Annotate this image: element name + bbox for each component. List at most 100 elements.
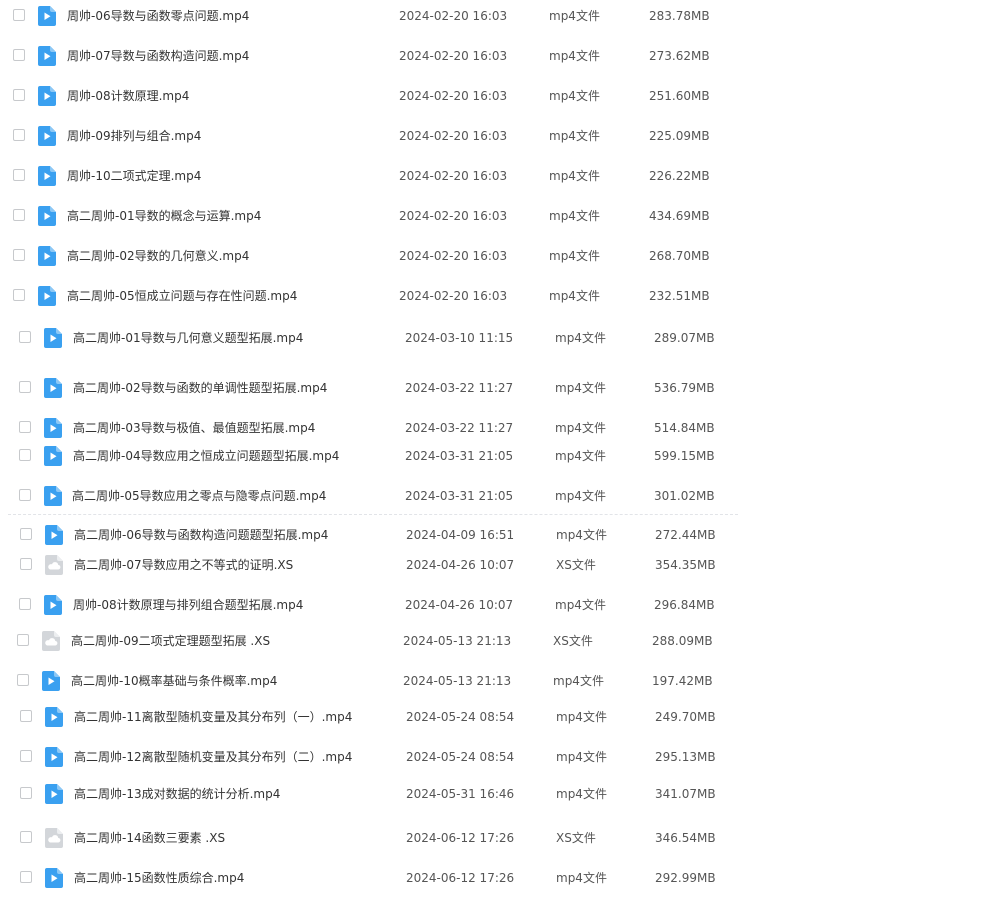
row-checkbox[interactable] [17,634,29,646]
file-row[interactable]: 高二周帅-07导数应用之不等式的证明.XS 2024-04-26 10:07 XS文… [0,553,760,577]
file-name[interactable]: 周帅-09排列与组合.mp4 [67,124,201,148]
file-type: mp4文件 [553,674,604,688]
file-type: mp4文件 [556,750,607,764]
file-date: 2024-02-20 16:03 [399,89,508,103]
row-checkbox[interactable] [19,421,31,433]
file-name[interactable]: 高二周帅-02导数的几何意义.mp4 [67,244,249,268]
file-name[interactable]: 高二周帅-01导数的概念与运算.mp4 [67,204,261,228]
file-row[interactable]: 高二周帅-15函数性质综合.mp4 2024-06-12 17:26 mp4文件 29… [0,866,760,890]
row-checkbox[interactable] [20,871,32,883]
play-file-icon [38,206,56,226]
file-type: mp4文件 [555,489,606,503]
file-name[interactable]: 高二周帅-09二项式定理题型拓展 .XS [71,629,270,653]
row-checkbox[interactable] [20,558,32,570]
file-date: 2024-04-26 10:07 [406,558,515,572]
file-date: 2024-06-12 17:26 [406,871,515,885]
file-size: 232.51MB [649,289,710,303]
row-checkbox[interactable] [17,674,29,686]
file-row[interactable]: 高二周帅-11离散型随机变量及其分布列（一）.mp4 2024-05-24 08:… [0,705,760,729]
file-date: 2024-02-20 16:03 [399,289,508,303]
file-name[interactable]: 高二周帅-14函数三要素 .XS [74,826,225,850]
file-row[interactable]: 高二周帅-02导数与函数的单调性题型拓展.mp4 2024-03-22 11:27… [0,376,760,400]
file-name[interactable]: 高二周帅-05恒成立问题与存在性问题.mp4 [67,284,297,308]
file-row[interactable]: 周帅-08计数原理与排列组合题型拓展.mp4 2024-04-26 10:07 mp… [0,593,760,617]
play-file-icon [44,328,62,348]
file-name[interactable]: 高二周帅-02导数与函数的单调性题型拓展.mp4 [73,376,327,400]
play-file-icon [45,525,63,545]
file-size: 514.84MB [654,421,715,435]
file-row[interactable]: 高二周帅-01导数与几何意义题型拓展.mp4 2024-03-10 11:15 mp… [0,326,760,350]
file-name[interactable]: 高二周帅-13成对数据的统计分析.mp4 [74,782,280,806]
row-checkbox[interactable] [19,489,31,501]
file-type: mp4文件 [549,9,600,23]
file-type: mp4文件 [549,169,600,183]
row-checkbox[interactable] [20,528,32,540]
file-name[interactable]: 高二周帅-07导数应用之不等式的证明.XS [74,553,293,577]
row-checkbox[interactable] [13,49,25,61]
file-row[interactable]: 高二周帅-05导数应用之零点与隐零点问题.mp4 2024-03-31 21:05… [0,484,760,508]
file-name[interactable]: 高二周帅-05导数应用之零点与隐零点问题.mp4 [72,484,326,508]
play-file-icon [38,246,56,266]
file-name[interactable]: 周帅-08计数原理.mp4 [67,84,189,108]
file-size: 301.02MB [654,489,715,503]
file-row[interactable]: 高二周帅-12离散型随机变量及其分布列（二）.mp4 2024-05-24 08:… [0,745,760,769]
file-row[interactable]: 周帅-07导数与函数构造问题.mp4 2024-02-20 16:03 mp4文件 2… [0,44,760,68]
row-checkbox[interactable] [13,169,25,181]
file-name[interactable]: 高二周帅-10概率基础与条件概率.mp4 [71,669,277,693]
play-file-icon [38,86,56,106]
file-date: 2024-06-12 17:26 [406,831,515,845]
file-name[interactable]: 高二周帅-03导数与极值、最值题型拓展.mp4 [73,416,315,440]
file-row[interactable]: 周帅-06导数与函数零点问题.mp4 2024-02-20 16:03 mp4文件 2… [0,4,760,28]
file-name[interactable]: 高二周帅-06导数与函数构造问题题型拓展.mp4 [74,523,328,547]
file-size: 268.70MB [649,249,710,263]
file-row[interactable]: 高二周帅-09二项式定理题型拓展 .XS 2024-05-13 21:13 XS文件… [0,629,760,653]
file-name[interactable]: 周帅-07导数与函数构造问题.mp4 [67,44,249,68]
file-row[interactable]: 高二周帅-14函数三要素 .XS 2024-06-12 17:26 XS文件 346.… [0,826,760,850]
file-row[interactable]: 高二周帅-03导数与极值、最值题型拓展.mp4 2024-03-22 11:27 m… [0,416,760,440]
cloud-file-icon [45,828,63,848]
file-row[interactable]: 周帅-10二项式定理.mp4 2024-02-20 16:03 mp4文件 226.2… [0,164,760,188]
file-row[interactable]: 高二周帅-01导数的概念与运算.mp4 2024-02-20 16:03 mp4文件… [0,204,760,228]
row-divider [8,514,738,515]
file-size: 434.69MB [649,209,710,223]
row-checkbox[interactable] [13,209,25,221]
file-date: 2024-05-13 21:13 [403,674,512,688]
row-checkbox[interactable] [20,710,32,722]
row-checkbox[interactable] [13,89,25,101]
row-checkbox[interactable] [19,381,31,393]
row-checkbox[interactable] [19,598,31,610]
file-row[interactable]: 高二周帅-10概率基础与条件概率.mp4 2024-05-13 21:13 mp4文… [0,669,760,693]
file-name[interactable]: 周帅-10二项式定理.mp4 [67,164,201,188]
file-name[interactable]: 高二周帅-15函数性质综合.mp4 [74,866,244,890]
row-checkbox[interactable] [19,449,31,461]
file-size: 536.79MB [654,381,715,395]
file-date: 2024-03-22 11:27 [405,421,514,435]
file-row[interactable]: 高二周帅-05恒成立问题与存在性问题.mp4 2024-02-20 16:03 mp… [0,284,760,308]
row-checkbox[interactable] [20,831,32,843]
row-checkbox[interactable] [13,289,25,301]
file-type: mp4文件 [555,449,606,463]
file-row[interactable]: 高二周帅-06导数与函数构造问题题型拓展.mp4 2024-04-09 16:51… [0,523,760,547]
file-date: 2024-02-20 16:03 [399,49,508,63]
file-row[interactable]: 周帅-09排列与组合.mp4 2024-02-20 16:03 mp4文件 225.0… [0,124,760,148]
file-date: 2024-04-26 10:07 [405,598,514,612]
file-row[interactable]: 高二周帅-02导数的几何意义.mp4 2024-02-20 16:03 mp4文件 2… [0,244,760,268]
row-checkbox[interactable] [13,249,25,261]
row-checkbox[interactable] [20,750,32,762]
file-name[interactable]: 高二周帅-04导数应用之恒成立问题题型拓展.mp4 [73,444,339,468]
file-name[interactable]: 高二周帅-01导数与几何意义题型拓展.mp4 [73,326,303,350]
row-checkbox[interactable] [20,787,32,799]
row-checkbox[interactable] [13,129,25,141]
file-name[interactable]: 周帅-06导数与函数零点问题.mp4 [67,4,249,28]
file-type: mp4文件 [555,421,606,435]
file-name[interactable]: 高二周帅-11离散型随机变量及其分布列（一）.mp4 [74,705,352,729]
row-checkbox[interactable] [19,331,31,343]
row-checkbox[interactable] [13,9,25,21]
file-name[interactable]: 周帅-08计数原理与排列组合题型拓展.mp4 [73,593,303,617]
file-row[interactable]: 高二周帅-13成对数据的统计分析.mp4 2024-05-31 16:46 mp4文… [0,782,760,806]
file-name[interactable]: 高二周帅-12离散型随机变量及其分布列（二）.mp4 [74,745,352,769]
cloud-file-icon [42,631,60,651]
file-size: 249.70MB [655,710,716,724]
file-row[interactable]: 高二周帅-04导数应用之恒成立问题题型拓展.mp4 2024-03-31 21:0… [0,444,760,468]
file-row[interactable]: 周帅-08计数原理.mp4 2024-02-20 16:03 mp4文件 251.60… [0,84,760,108]
